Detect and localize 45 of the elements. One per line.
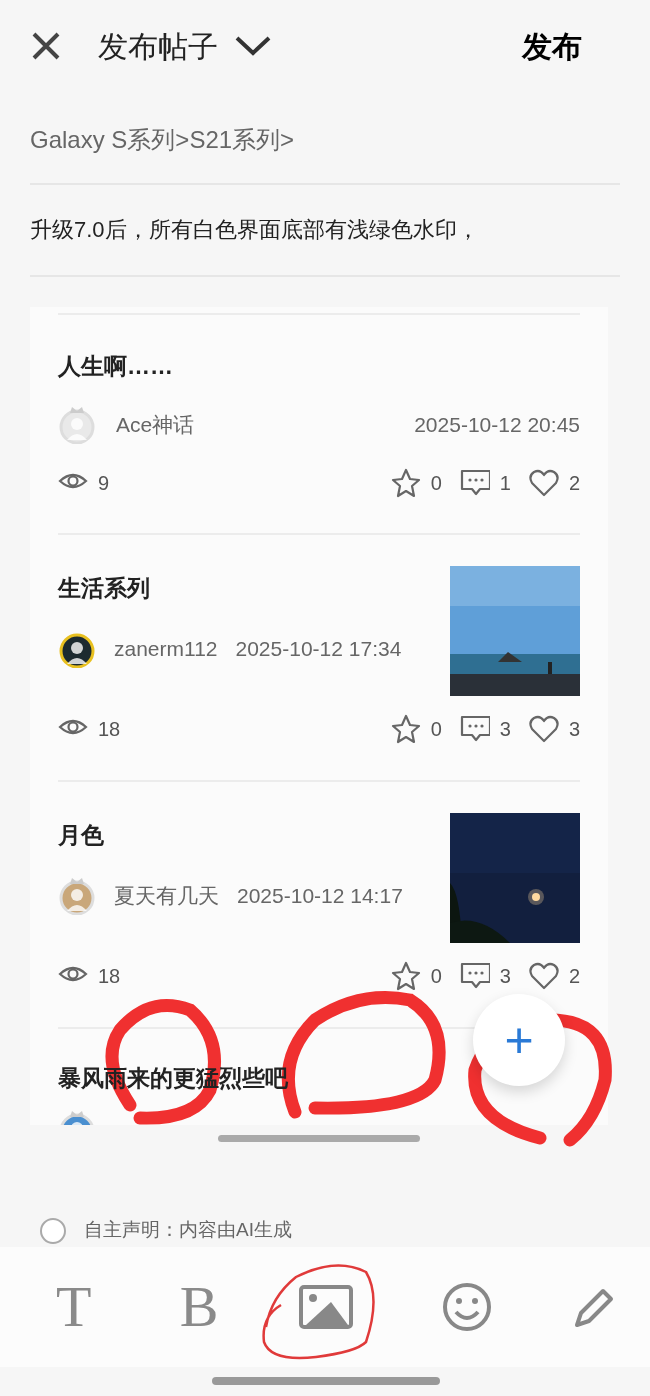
- comment-icon[interactable]: [459, 467, 490, 498]
- post-time: 2025-10-12 20:45: [414, 411, 580, 438]
- count-text: 0: [430, 964, 442, 989]
- close-icon: [30, 30, 62, 62]
- emoji-icon: [441, 1282, 492, 1332]
- post-text: 升级7.0后，所有白色界面底部有浅绿色水印，: [30, 217, 479, 242]
- post-time: 2025-10-12 17:34: [235, 635, 402, 662]
- count-text: 2: [568, 470, 580, 496]
- chevron-down-icon[interactable]: [234, 34, 272, 58]
- count-text: 3: [499, 717, 511, 742]
- close-button[interactable]: [30, 30, 62, 62]
- count-text: 18: [98, 964, 121, 989]
- count-text: 3: [568, 717, 580, 742]
- format-button[interactable]: T: [56, 1278, 92, 1336]
- declaration-label[interactable]: 自主声明：内容由AI生成: [84, 1216, 292, 1245]
- post-title[interactable]: 月色: [58, 818, 450, 853]
- count-text: 2: [568, 964, 580, 989]
- author-name[interactable]: zanerm112: [114, 632, 218, 665]
- breadcrumb-link[interactable]: Galaxy S系列>S21系列>: [30, 126, 295, 153]
- count-text: 1: [499, 470, 511, 496]
- star-icon[interactable]: [390, 467, 421, 498]
- image-icon: [298, 1284, 355, 1330]
- heart-icon[interactable]: [528, 467, 559, 498]
- heart-icon[interactable]: [528, 714, 559, 744]
- author-name[interactable]: Ace神话: [116, 408, 195, 441]
- publish-button[interactable]: 发布: [522, 23, 582, 69]
- post-title[interactable]: 人生啊……: [58, 349, 580, 384]
- heart-icon[interactable]: [528, 961, 559, 991]
- count-text: 18: [98, 717, 121, 742]
- image-button[interactable]: [298, 1284, 355, 1330]
- comment-icon[interactable]: [459, 961, 490, 991]
- post-time: 2025-10-12 14:17: [237, 882, 403, 909]
- count-text: 0: [430, 717, 442, 742]
- post-title[interactable]: 生活系列: [58, 571, 450, 606]
- page-title: 发布帖子: [98, 28, 218, 65]
- count-text: 9: [98, 470, 110, 496]
- comment-icon[interactable]: [459, 714, 490, 744]
- count-text: 3: [499, 964, 511, 989]
- star-icon[interactable]: [390, 714, 421, 744]
- format-button[interactable]: B: [179, 1278, 219, 1336]
- star-icon[interactable]: [390, 961, 421, 991]
- emoji-button[interactable]: [441, 1282, 492, 1332]
- count-text: 0: [430, 470, 442, 496]
- radio-button[interactable]: [40, 1217, 66, 1244]
- author-name[interactable]: 夏天有几天: [114, 879, 219, 912]
